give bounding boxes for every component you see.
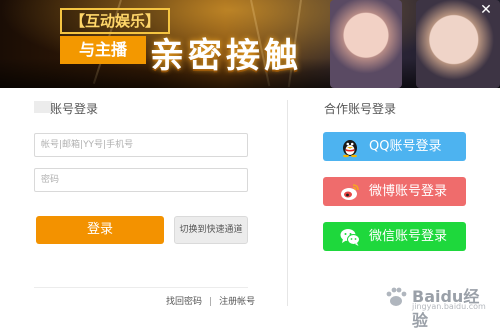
account-input[interactable]: 帐号|邮箱|YY号|手机号 bbox=[34, 133, 248, 157]
baidu-watermark: Baidu经验 jingyan.baidu.com bbox=[384, 283, 494, 330]
watermark-sub-text: jingyan.baidu.com bbox=[412, 302, 486, 311]
weibo-icon bbox=[341, 184, 359, 200]
divider bbox=[34, 287, 248, 288]
promo-banner: 【互动娱乐】 与主播 亲密接触 bbox=[0, 0, 500, 88]
paw-icon bbox=[386, 287, 407, 306]
qq-login-button[interactable]: QQ账号登录 bbox=[323, 132, 466, 161]
banner-subtitle: 与主播 bbox=[60, 36, 146, 64]
account-login-title: 账号登录 bbox=[50, 102, 99, 116]
account-links: 找回密码 | 注册帐号 bbox=[166, 294, 255, 307]
login-button[interactable]: 登录 bbox=[36, 216, 164, 244]
weibo-login-label: 微博账号登录 bbox=[369, 184, 448, 199]
qq-login-label: QQ账号登录 bbox=[369, 139, 442, 154]
close-icon[interactable]: ✕ bbox=[478, 2, 494, 18]
partner-login-title: 合作账号登录 bbox=[324, 102, 397, 116]
weibo-login-button[interactable]: 微博账号登录 bbox=[323, 177, 466, 206]
quick-channel-button[interactable]: 切换到快速通道 bbox=[174, 216, 248, 244]
banner-headline: 亲密接触 bbox=[150, 36, 302, 76]
vertical-divider bbox=[287, 100, 288, 306]
password-input[interactable]: 密码 bbox=[34, 168, 248, 192]
link-separator: | bbox=[209, 297, 213, 307]
register-link[interactable]: 注册帐号 bbox=[219, 297, 255, 307]
host-portrait bbox=[330, 0, 402, 88]
wechat-login-label: 微信账号登录 bbox=[369, 229, 448, 244]
wechat-icon bbox=[340, 229, 360, 246]
forgot-password-link[interactable]: 找回密码 bbox=[166, 297, 202, 307]
qq-penguin-icon bbox=[343, 140, 357, 158]
wechat-login-button[interactable]: 微信账号登录 bbox=[323, 222, 466, 251]
